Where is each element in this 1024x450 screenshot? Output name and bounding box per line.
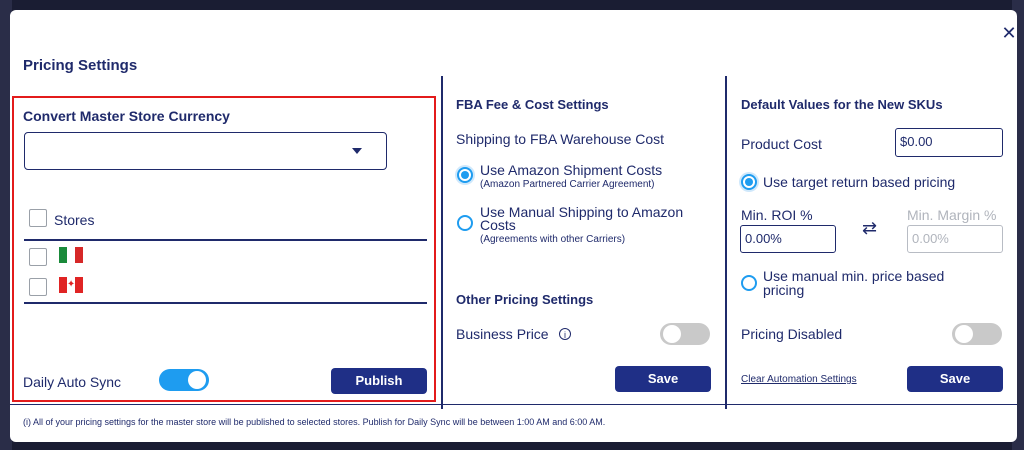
target-return-label[interactable]: Use target return based pricing <box>763 174 955 190</box>
pricing-disabled-label: Pricing Disabled <box>741 326 843 342</box>
stores-select-all-checkbox[interactable] <box>29 209 47 227</box>
radio-manual-min-price[interactable] <box>741 275 757 291</box>
column-divider-1 <box>441 76 443 409</box>
stores-top-rule <box>24 239 427 241</box>
pricing-settings-modal: ✕ Pricing Settings Convert Master Store … <box>10 10 1017 442</box>
daily-sync-label: Daily Auto Sync <box>23 374 122 390</box>
amazon-shipment-label[interactable]: Use Amazon Shipment Costs <box>480 162 662 178</box>
footnote: (i) All of your pricing settings for the… <box>23 417 606 427</box>
defaults-heading: Default Values for the New SKUs <box>741 97 943 112</box>
mexico-flag-icon <box>59 247 83 263</box>
info-icon[interactable]: i <box>559 328 571 340</box>
radio-manual-shipping[interactable] <box>457 215 473 231</box>
chevron-down-icon <box>352 148 362 154</box>
currency-heading: Convert Master Store Currency <box>23 108 230 124</box>
product-cost-label: Product Cost <box>741 136 822 152</box>
fba-save-button[interactable]: Save <box>615 366 711 392</box>
toggle-knob <box>188 371 206 389</box>
business-price-label: Business Price <box>456 326 549 342</box>
radio-amazon-shipment[interactable] <box>457 167 473 183</box>
min-roi-label: Min. ROI % <box>741 207 813 223</box>
product-cost-input[interactable]: $0.00 <box>895 128 1003 157</box>
other-pricing-heading: Other Pricing Settings <box>456 292 594 307</box>
stores-label: Stores <box>54 212 95 228</box>
pricing-disabled-toggle[interactable] <box>952 323 1002 345</box>
canada-flag-icon: ✦ <box>59 277 84 293</box>
radio-target-return[interactable] <box>741 174 757 190</box>
min-margin-input[interactable]: 0.00% <box>907 225 1003 253</box>
toggle-knob <box>663 325 681 343</box>
close-icon[interactable]: ✕ <box>1000 24 1018 42</box>
amazon-shipment-sub: (Amazon Partnered Carrier Agreement) <box>480 179 655 190</box>
min-margin-label: Min. Margin % <box>907 207 997 223</box>
defaults-save-button[interactable]: Save <box>907 366 1003 392</box>
modal-title: Pricing Settings <box>23 57 138 74</box>
manual-min-price-label-2[interactable]: pricing <box>763 282 804 298</box>
shipping-heading: Shipping to FBA Warehouse Cost <box>456 131 665 147</box>
fba-heading: FBA Fee & Cost Settings <box>456 97 609 112</box>
column-divider-2 <box>725 76 727 409</box>
manual-shipping-label-2[interactable]: Costs <box>480 217 516 233</box>
currency-panel: Convert Master Store Currency Stores ✦ D… <box>12 96 436 402</box>
stores-bottom-rule <box>24 302 427 304</box>
business-price-toggle[interactable] <box>660 323 710 345</box>
min-roi-input[interactable]: 0.00% <box>740 225 836 253</box>
publish-button[interactable]: Publish <box>331 368 427 394</box>
currency-select[interactable] <box>24 132 387 170</box>
clear-automation-link[interactable]: Clear Automation Settings <box>741 374 857 385</box>
store-checkbox-mx[interactable] <box>29 248 47 266</box>
daily-sync-toggle[interactable] <box>159 369 209 391</box>
manual-shipping-sub: (Agreements with other Carriers) <box>480 234 626 245</box>
store-checkbox-ca[interactable] <box>29 278 47 296</box>
footer-rule <box>10 404 1017 405</box>
toggle-knob <box>955 325 973 343</box>
swap-icon[interactable]: ⇄ <box>862 218 877 239</box>
